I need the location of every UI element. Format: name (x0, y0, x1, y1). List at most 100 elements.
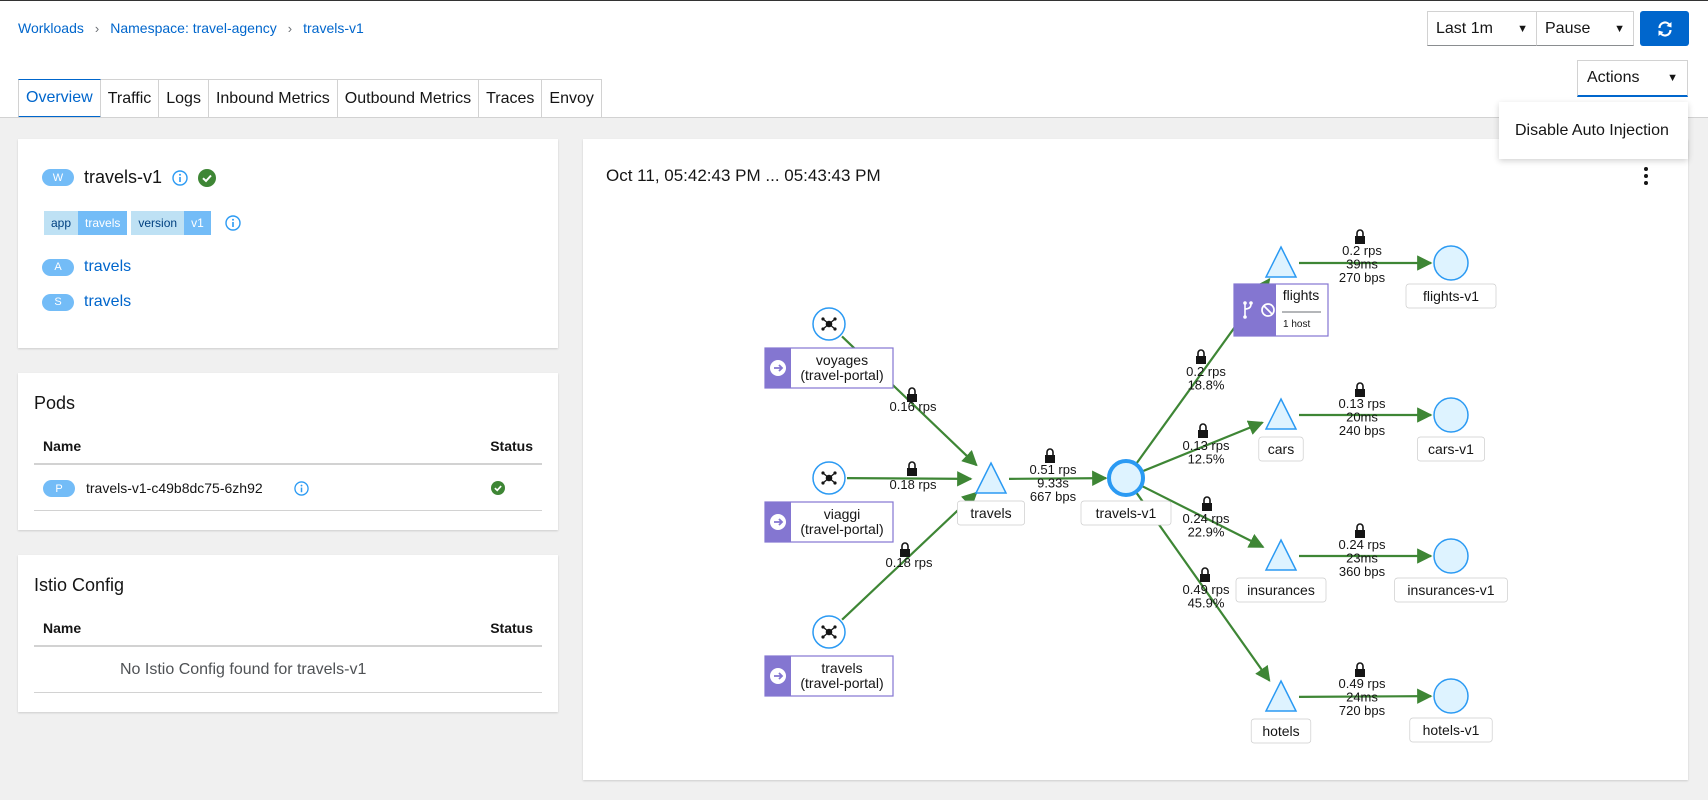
graph-node-flights-svc[interactable]: flights 1 host (1233, 245, 1329, 337)
tab-traces[interactable]: Traces (479, 79, 543, 118)
actions-dropdown[interactable]: Actions ▼ (1577, 60, 1688, 97)
root-node-icon-dot (821, 481, 825, 485)
pods-title: Pods (34, 393, 76, 413)
root-node-icon-dot (821, 625, 825, 629)
refresh-button[interactable] (1640, 11, 1689, 46)
actions-menu-item-disable-auto-injection[interactable]: Disable Auto Injection (1499, 102, 1688, 159)
node-sublabel: 1 host (1283, 319, 1310, 330)
graph-node-voyages-tp[interactable]: voyages(travel-portal) (764, 307, 894, 389)
node-label: cars (1268, 441, 1294, 457)
root-node-icon-dot (833, 481, 837, 485)
graph-node-travels-tp[interactable]: travels(travel-portal) (764, 615, 894, 697)
node-label: travels (970, 505, 1011, 521)
breadcrumb-current[interactable]: travels-v1 (303, 20, 364, 36)
root-node-icon-dot (821, 317, 825, 321)
status-ok-icon (491, 481, 505, 495)
edge-label: 0.2 rps18.8% (1186, 349, 1226, 393)
graph-node-travels-svc[interactable]: travels (957, 461, 1025, 526)
graph-node-insurances-v1[interactable]: insurances-v1 (1394, 538, 1508, 603)
tab-envoy[interactable]: Envoy (542, 79, 602, 118)
label-app: app travels (44, 211, 128, 235)
root-node-icon-dot (833, 635, 837, 639)
breadcrumb-workloads[interactable]: Workloads (18, 20, 84, 36)
istio-config-title: Istio Config (34, 575, 125, 595)
node-label: hotels (1262, 723, 1299, 739)
column-status: Status (490, 620, 533, 636)
edge-label-text: 45.9% (1188, 596, 1225, 611)
workload-circle-icon (1433, 538, 1469, 574)
node-label: (travel-portal) (800, 521, 883, 537)
branch-icon-dot (1243, 301, 1247, 305)
edge-label: 0.13 rps20ms240 bps (1339, 382, 1386, 438)
node-label: voyages (816, 352, 868, 368)
graph-node-cars-svc[interactable]: cars (1258, 397, 1304, 462)
edge-label-text: 0.18 rps (890, 477, 937, 492)
tab-overview[interactable]: Overview (18, 79, 101, 118)
lock-icon (1196, 356, 1206, 364)
detail-tabs: Overview Traffic Logs Inbound Metrics Ou… (18, 79, 602, 118)
service-triangle-icon (1264, 538, 1298, 571)
table-row: P travels-v1-c49b8dc75-6zh92 (34, 466, 542, 511)
traffic-graph[interactable]: voyages(travel-portal)viaggi(travel-port… (583, 139, 1688, 780)
graph-node-hotels-svc[interactable]: hotels (1250, 679, 1312, 744)
column-name: Name (43, 438, 82, 454)
edge-label-text: 667 bps (1030, 489, 1077, 504)
workload-circle-icon (1433, 678, 1469, 714)
caret-down-icon: ▼ (1667, 72, 1678, 84)
label-value: travels (78, 211, 128, 235)
info-icon[interactable] (225, 215, 241, 231)
lock-icon (907, 468, 917, 476)
lock-icon-shackle (1199, 423, 1207, 430)
graph-node-cars-v1[interactable]: cars-v1 (1417, 397, 1485, 462)
actions-label: Actions (1587, 69, 1640, 86)
node-label: (travel-portal) (800, 367, 883, 383)
lock-icon-shackle (1203, 496, 1211, 503)
interval-dropdown[interactable]: Last 1m ▼ (1427, 11, 1537, 46)
tab-outbound-metrics[interactable]: Outbound Metrics (337, 79, 480, 118)
tab-inbound-metrics[interactable]: Inbound Metrics (208, 79, 338, 118)
graph-node-viaggi-tp[interactable]: viaggi(travel-portal) (764, 461, 894, 543)
node-label: hotels-v1 (1423, 722, 1480, 738)
root-node-icon-dot (821, 327, 825, 331)
app-link[interactable]: travels (84, 258, 131, 276)
lock-icon (1200, 574, 1210, 582)
branch-icon-dot (1249, 301, 1253, 305)
info-icon[interactable] (172, 169, 188, 186)
column-status: Status (490, 438, 533, 454)
lock-icon (1202, 503, 1212, 511)
edge-label-text: 18.8% (1188, 378, 1225, 393)
refresh-mode-dropdown[interactable]: Pause ▼ (1536, 11, 1634, 46)
tab-logs[interactable]: Logs (159, 79, 209, 118)
edge-label: 0.13 rps12.5% (1183, 423, 1230, 467)
edge-label-text: 22.9% (1188, 525, 1225, 540)
pod-badge: P (43, 480, 75, 497)
service-badge: S (42, 293, 74, 311)
tab-traffic[interactable]: Traffic (100, 79, 160, 118)
service-link[interactable]: travels (84, 293, 131, 311)
node-label: viaggi (824, 506, 861, 522)
breadcrumb-separator-icon: › (287, 20, 293, 36)
service-link-row: S travels (42, 293, 131, 311)
lock-icon-shackle (1201, 567, 1209, 574)
lock-icon-shackle (1356, 662, 1364, 669)
workload-badge: W (42, 169, 74, 186)
node-label: insurances (1247, 582, 1315, 598)
caret-down-icon: ▼ (1517, 22, 1528, 35)
breadcrumb-namespace[interactable]: Namespace: travel-agency (110, 20, 277, 36)
graph-node-flights-v1[interactable]: flights-v1 (1405, 245, 1497, 309)
edge-label-text: 240 bps (1339, 423, 1386, 438)
node-label: insurances-v1 (1407, 582, 1494, 598)
workload-labels: app travels version v1 (44, 211, 241, 235)
info-icon[interactable] (294, 481, 309, 496)
lock-icon-shackle (1046, 448, 1054, 455)
edge-label: 0.24 rps22.9% (1183, 496, 1230, 540)
graph-node-hotels-v1[interactable]: hotels-v1 (1409, 678, 1493, 743)
breadcrumb-separator-icon: › (94, 20, 100, 36)
sync-icon (1657, 20, 1672, 37)
edge-label: 0.24 rps23ms360 bps (1339, 523, 1386, 579)
lock-icon-shackle (908, 387, 916, 394)
graph-card: Oct 11, 05:42:43 PM ... 05:43:43 PM voya… (583, 139, 1688, 780)
graph-node-insurances-svc[interactable]: insurances (1235, 538, 1327, 603)
caret-down-icon: ▼ (1614, 22, 1625, 35)
lock-icon (1198, 430, 1208, 438)
